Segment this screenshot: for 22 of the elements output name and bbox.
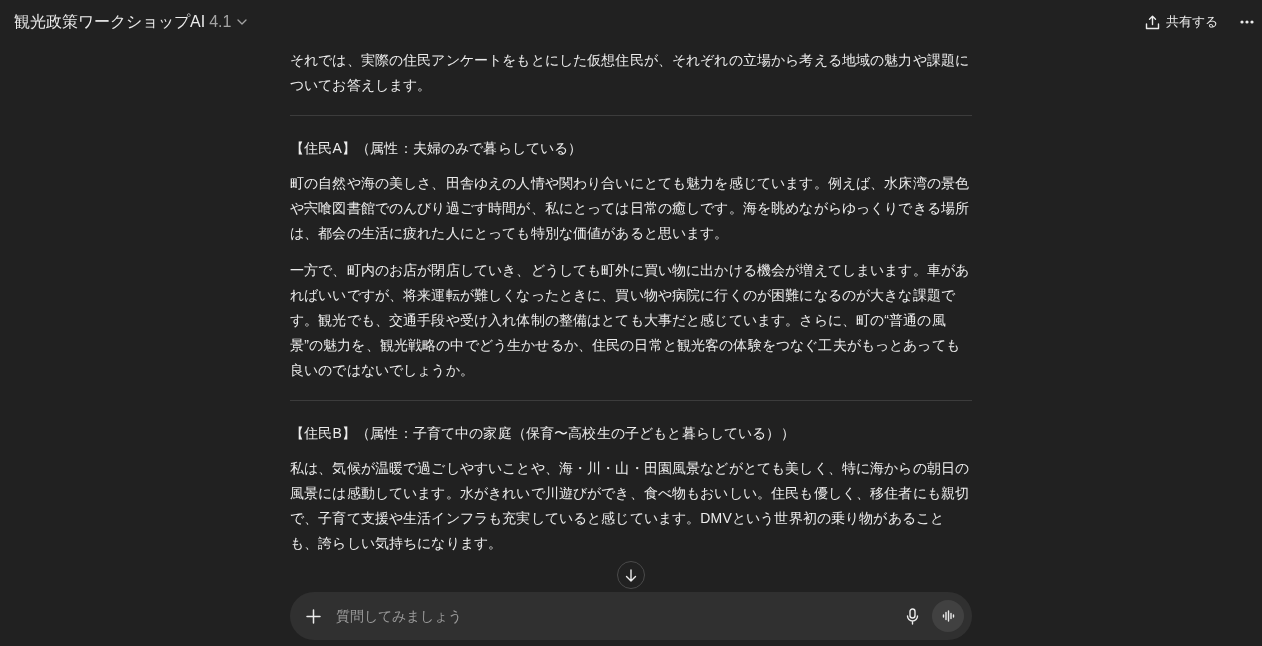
message-paragraph: 町の自然や海の美しさ、田舎ゆえの人情や関わり合いにとても魅力を感じています。例えば、水床湾の景色や宍喰図書館でのんびり過ごす時間が、私にとっては日常の癒しです。海を眺めながらゆっくりできる場所は、都会の生活に疲れた人にとっても特別な価値があると思います。 (290, 174, 971, 243)
message-paragraph: 私は、気候が温暖で過ごしやすいことや、海・川・山・田園風景などがとても美しく、特に海からの朝日の風景には感動しています。水がきれいで川遊びができ、食べ物もおいしい。住民も優しく、移住者にも親切で、子育て支援や生活インフラも充実していると感じています。DMVという世界初の乗り物があることも、誇らしい気持ちになります。 (290, 459, 971, 553)
message-input[interactable]: 質問してみましょう (336, 605, 906, 627)
waveform-icon (941, 610, 955, 622)
microphone-button[interactable] (906, 607, 919, 625)
more-options-button[interactable] (1240, 20, 1254, 24)
share-icon (1145, 14, 1160, 30)
add-button[interactable] (306, 608, 321, 624)
microphone-icon (906, 607, 919, 625)
scroll-down-button[interactable] (617, 561, 645, 589)
voice-mode-button[interactable] (932, 600, 964, 632)
arrow-down-icon (625, 568, 637, 582)
message-paragraph: それでは、実際の住民アンケートをもとにした仮想住民が、それぞれの立場から考える地域の魅力や課題についてお答えします。 (290, 51, 971, 95)
message-paragraph: 一方で、町内のお店が閉店していき、どうしても町外に買い物に出かける機会が増えてしまいます。車があればいいですが、将来運転が難しくなったときに、買い物や病院に行くのが困難になるのが大きな課題です。観光でも、交通手段や受け入れ体制の整備はとても大事だと感じています。さらに、町の“普通の風景”の魅力を、観光戦略の中でどう生かせるか、住民の日常と観光客の体験をつなぐ工夫がもっとあっても良いのではないでしょうか。 (290, 261, 971, 380)
message-composer[interactable]: 質問してみましょう (290, 592, 972, 640)
chevron-down-icon (237, 19, 248, 25)
ellipsis-icon (1240, 20, 1254, 24)
plus-icon (306, 608, 321, 624)
share-button[interactable]: 共有する (1141, 9, 1222, 35)
model-selector-button[interactable]: 観光政策ワークショップAI 4.1 (14, 11, 248, 33)
resident-heading: 【住民B】（属性：子育て中の家庭（保育〜高校生の子どもと暮らしている）） (290, 424, 796, 443)
resident-heading: 【住民A】（属性：夫婦のみで暮らしている） (290, 139, 584, 158)
